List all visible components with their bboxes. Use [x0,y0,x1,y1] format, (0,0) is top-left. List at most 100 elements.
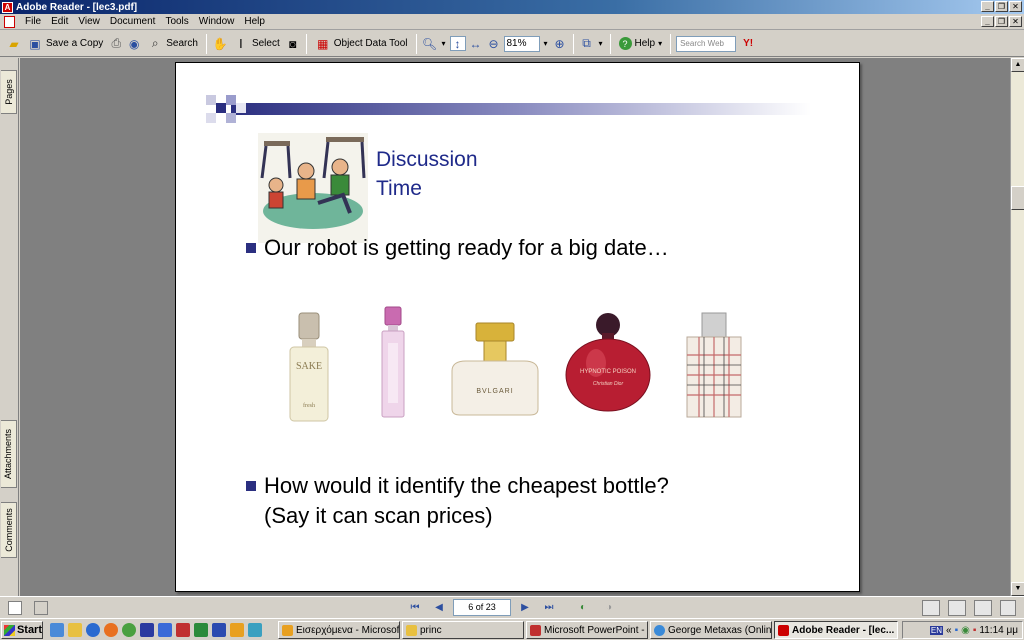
bullet-text-line2: (Say it can scan prices) [264,503,493,528]
menu-view[interactable]: View [73,16,105,27]
last-page-icon[interactable]: ⏭ [542,601,556,615]
language-indicator[interactable]: EN [929,625,944,635]
help-button[interactable]: ? Help ▾ [616,34,666,54]
volume-icon[interactable]: ◉ [961,625,970,636]
save-copy-button[interactable]: ▣ Save a Copy [24,34,106,54]
quicklaunch-app-icon[interactable] [158,623,172,637]
snapshot-camera-icon[interactable]: ◙ [285,36,301,51]
security-icon[interactable]: ▪ [973,625,977,636]
taskbar-item-adobe-reader[interactable]: Adobe Reader - [lec... [774,621,898,639]
quicklaunch-explorer-icon[interactable] [68,623,82,637]
fit-height-icon[interactable]: ↕ [449,36,466,51]
doc-minimize-button[interactable]: _ [981,16,994,27]
window-title: Adobe Reader - [lec3.pdf] [16,1,138,13]
document-window-controls: _ ❐ ✕ [981,16,1022,27]
network-icon[interactable]: ▪ [955,625,959,636]
email-icon[interactable]: ◉ [126,36,142,51]
menu-file[interactable]: File [20,16,46,27]
chevron-down-icon[interactable]: ▾ [597,36,605,51]
menu-help[interactable]: Help [239,16,270,27]
object-data-tool-button[interactable]: ▦ Object Data Tool [312,34,411,54]
quicklaunch-app-icon[interactable] [248,623,262,637]
first-page-icon[interactable]: ⏮ [408,601,422,615]
bottle-brand: fresh [303,402,315,409]
perfume-bottle-hypnotic-poison: HYPNOTIC POISON Christian Dior [564,311,652,418]
next-page-icon[interactable]: ▶ [518,601,532,615]
tab-attachments[interactable]: Attachments [1,420,17,488]
window-controls: _ ❐ ✕ [981,1,1022,12]
doc-restore-button[interactable]: ❐ [995,16,1008,27]
quicklaunch-app-icon[interactable] [140,623,154,637]
slide-title-line2: Time [376,177,422,200]
chevron-down-icon[interactable]: ▾ [542,36,550,51]
document-icon[interactable] [4,15,15,28]
fit-width-icon[interactable]: ↔ [468,36,484,51]
go-back-icon[interactable]: ◐ [576,601,590,615]
system-tray: EN « ▪ ◉ ▪ 11:14 μμ [902,621,1023,639]
search-button[interactable]: ⌕ Search [144,34,201,54]
zoom-out-icon[interactable]: ⊖ [486,36,502,51]
scroll-up-arrow-icon[interactable]: ▲ [1011,58,1024,72]
quicklaunch-outlook-icon[interactable] [230,623,244,637]
start-button[interactable]: Start [1,621,43,639]
tray-expand-icon[interactable]: « [946,625,952,636]
task-label: princ [420,624,442,636]
quicklaunch-ie-icon[interactable] [86,623,100,637]
close-button[interactable]: ✕ [1009,1,1022,12]
zoom-level-input[interactable]: 81% [503,35,540,52]
chevron-down-icon: ▾ [658,39,663,48]
document-properties-icon[interactable] [34,601,48,615]
search-web-input[interactable]: Search Web [676,35,737,52]
navigation-panel: Pages Attachments Comments [0,58,19,596]
scroll-down-arrow-icon[interactable]: ▼ [1011,582,1024,596]
taskbar-item-inbox[interactable]: Εισερχόμενα - Microsof... [278,621,400,639]
bullet-text: Our robot is getting ready for a big dat… [264,235,669,260]
taskbar-item-princ[interactable]: princ [402,621,524,639]
quicklaunch-word-icon[interactable] [212,623,226,637]
floppy-disk-icon: ▣ [29,36,41,51]
go-forward-icon[interactable]: ◑ [602,601,616,615]
bottle-label: HYPNOTIC POISON [580,369,636,375]
tab-comments[interactable]: Comments [1,502,17,558]
facing-view-icon[interactable] [974,600,992,616]
zoom-magnifier-icon[interactable]: 🔍︎ [422,36,438,51]
tab-attachments-label: Attachments [3,428,14,480]
quicklaunch-chrome-icon[interactable] [122,623,136,637]
panel-toggle-icon[interactable] [8,601,22,615]
select-tool-button[interactable]: Ⅰ Select [230,34,283,54]
hand-tool-icon[interactable]: ✋ [212,36,228,51]
previous-page-icon[interactable]: ◀ [432,601,446,615]
deco-square [206,95,216,105]
quicklaunch-desktop-icon[interactable] [50,623,64,637]
menu-document[interactable]: Document [105,16,161,27]
continuous-facing-view-icon[interactable] [1000,600,1016,616]
restore-button[interactable]: ❐ [995,1,1008,12]
document-viewport[interactable]: Discussion Time Our robot is getting rea… [20,58,1010,596]
quicklaunch-firefox-icon[interactable] [104,623,118,637]
bullet-marker [246,481,256,491]
doc-close-button[interactable]: ✕ [1009,16,1022,27]
open-folder-icon[interactable]: ▰ [6,36,22,51]
menu-edit[interactable]: Edit [46,16,73,27]
page-layout-icon[interactable]: ⧉ [579,36,595,51]
task-label: Microsoft PowerPoint - ... [544,624,648,636]
toolbar-separator [205,33,207,54]
taskbar-item-powerpoint[interactable]: Microsoft PowerPoint - ... [526,621,648,639]
tab-pages[interactable]: Pages [1,70,17,114]
taskbar-item-chat[interactable]: George Metaxas (Onlin... [650,621,772,639]
menu-tools[interactable]: Tools [160,16,193,27]
page-number-input[interactable]: 6 of 23 [453,599,511,616]
scroll-thumb[interactable] [1011,186,1024,210]
quicklaunch-powerpoint-icon[interactable] [176,623,190,637]
bullet-cheapest-bottle: How would it identify the cheapest bottl… [246,471,669,531]
quicklaunch-excel-icon[interactable] [194,623,208,637]
continuous-view-icon[interactable] [948,600,966,616]
zoom-in-icon[interactable]: ⊕ [552,36,568,51]
menu-window[interactable]: Window [194,16,240,27]
minimize-button[interactable]: _ [981,1,994,12]
print-icon[interactable]: ⎙ [108,36,124,51]
chevron-down-icon[interactable]: ▾ [440,36,448,51]
single-page-view-icon[interactable] [922,600,940,616]
yahoo-icon[interactable]: Y! [738,36,758,51]
vertical-scrollbar[interactable]: ▲ ▼ [1010,58,1024,596]
